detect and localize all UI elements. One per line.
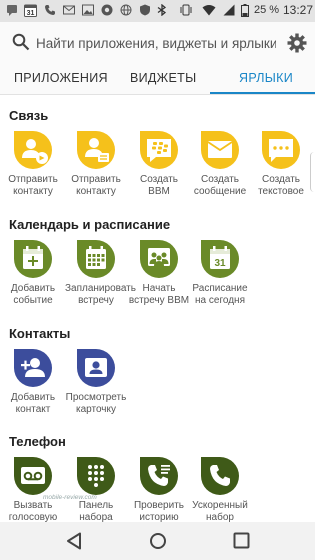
shortcut-call-voicemail[interactable]: Вызвать голосовую [2, 456, 64, 524]
speed-dial-icon [201, 457, 239, 495]
tab-widgets[interactable]: ВИДЖЕТЫ [130, 71, 196, 85]
email-icon [201, 131, 239, 169]
shortcut-label: Отправить контакту [71, 174, 121, 197]
search-input[interactable] [36, 34, 276, 52]
gear-icon[interactable] [287, 33, 307, 53]
shortcut-label: Добавить событие [10, 283, 56, 306]
shortcut-schedule-meeting[interactable]: Запланировать встречу [65, 239, 136, 307]
mail-notification-icon [63, 5, 75, 15]
tab-shortcuts[interactable]: ЯРЛЫКИ [239, 71, 293, 85]
shortcut-add-event[interactable]: Добавить событие [2, 239, 64, 307]
shortcut-send-contact[interactable]: Отправить контакту [2, 130, 64, 198]
calendar-notification-icon: 31 [24, 4, 37, 17]
status-time: 13:27 [283, 3, 314, 17]
call-history-icon [140, 457, 178, 495]
globe-notification-icon [120, 4, 132, 16]
bbm-meeting-icon [140, 240, 178, 278]
section-title-contacts: Контакты [9, 326, 71, 341]
dialpad-icon [77, 457, 115, 495]
image-notification-icon [82, 4, 94, 16]
shortcut-label: Запланировать встречу [65, 283, 136, 306]
voicemail-icon [14, 457, 52, 495]
tab-bar: ПРИЛОЖЕНИЯ ВИДЖЕТЫ ЯРЛЫКИ [0, 64, 315, 95]
recents-icon[interactable] [233, 532, 250, 549]
home-icon[interactable] [149, 532, 167, 550]
shortcut-label: Создать BBM [139, 174, 178, 197]
shortcut-label: Начать встречу BBM [128, 283, 190, 306]
shortcut-create-bbm[interactable]: Создать BBM [128, 130, 190, 198]
active-tab-indicator [210, 92, 315, 94]
shortcut-label: Расписание на сегодня [192, 283, 248, 306]
today-schedule-icon: 31 [201, 240, 239, 278]
shield-notification-icon [140, 4, 150, 16]
call-notification-icon [45, 5, 55, 15]
section-title-phone: Телефон [9, 434, 66, 449]
shortcut-speed-dial[interactable]: Ускоренный набор [189, 456, 251, 524]
navigation-bar [0, 522, 315, 560]
status-bar: 31 25 % 13:27 [0, 0, 315, 22]
vibrate-icon [180, 4, 192, 16]
watermark: mobile-review.com [43, 494, 97, 501]
shortcut-label: Панель набора [78, 500, 114, 523]
shortcut-send-contact-card[interactable]: Отправить контакту [65, 130, 127, 198]
shortcut-label: Проверить историю [133, 500, 184, 523]
shortcut-call-history[interactable]: Проверить историю [128, 456, 190, 524]
section-title-communication: Связь [9, 108, 49, 123]
shortcut-label: Вызвать голосовую [8, 500, 58, 523]
text-message-icon [262, 131, 300, 169]
shortcut-create-message[interactable]: Создать сообщение [189, 130, 251, 198]
search-icon[interactable] [12, 33, 30, 51]
signal-icon [223, 4, 235, 16]
tab-apps[interactable]: ПРИЛОЖЕНИЯ [14, 71, 108, 85]
shortcut-dialpad[interactable]: Панель набора [65, 456, 127, 524]
shortcut-add-contact[interactable]: Добавить контакт [2, 348, 64, 416]
shortcut-label: Отправить контакту [8, 174, 58, 197]
bluetooth-icon [157, 4, 167, 16]
shortcut-create-text[interactable]: Создать текстовое [250, 130, 312, 198]
add-contact-icon [14, 349, 52, 387]
schedule-meeting-icon [77, 240, 115, 278]
message-notification-icon [7, 5, 17, 16]
wifi-icon [202, 5, 216, 16]
svg-text:31: 31 [214, 258, 226, 269]
send-contact-card-icon [77, 131, 115, 169]
search-bar [0, 22, 315, 64]
shortcut-label: Создать текстовое [258, 174, 304, 197]
shortcut-view-card[interactable]: Просмотреть карточку [65, 348, 127, 416]
battery-icon [241, 4, 249, 17]
battery-percentage: 25 % [254, 4, 280, 16]
section-title-calendar: Календарь и расписание [9, 217, 171, 232]
shortcut-label: Ускоренный набор [192, 500, 248, 523]
add-event-icon [14, 240, 52, 278]
shortcut-today-schedule[interactable]: 31 Расписание на сегодня [189, 239, 251, 307]
chrome-notification-icon [101, 4, 113, 16]
back-icon[interactable] [66, 532, 82, 550]
send-contact-icon [14, 131, 52, 169]
shortcut-label: Создать сообщение [193, 174, 247, 197]
svg-text:31: 31 [27, 10, 35, 17]
view-card-icon [77, 349, 115, 387]
shortcut-label: Просмотреть карточку [65, 392, 127, 415]
shortcut-label: Добавить контакт [10, 392, 56, 415]
bbm-icon [140, 131, 178, 169]
shortcut-start-bbm-meeting[interactable]: Начать встречу BBM [128, 239, 190, 307]
